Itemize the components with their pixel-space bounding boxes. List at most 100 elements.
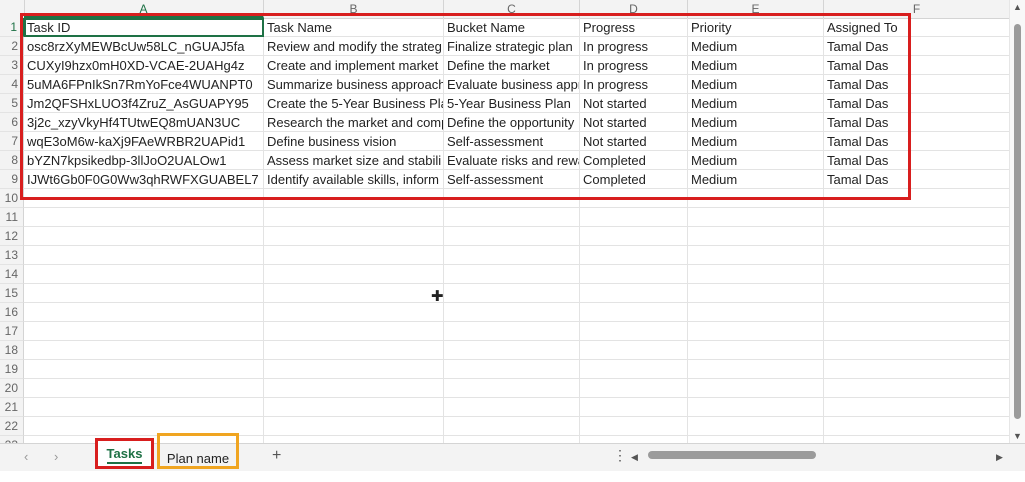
table-cell[interactable]: Completed: [580, 170, 688, 189]
table-cell[interactable]: Tamal Das: [824, 132, 1010, 151]
table-cell[interactable]: In progress: [580, 37, 688, 56]
tab-plan-name[interactable]: Plan name: [157, 433, 239, 469]
row-header[interactable]: 23: [0, 436, 24, 443]
next-sheet-icon[interactable]: ›: [54, 449, 58, 464]
table-cell[interactable]: In progress: [580, 75, 688, 94]
column-header-c[interactable]: C: [444, 0, 580, 18]
scroll-up-icon[interactable]: ▲: [1013, 2, 1022, 12]
row-header[interactable]: 6: [0, 113, 24, 132]
row-header[interactable]: 8: [0, 151, 24, 170]
vertical-scrollbar[interactable]: ▲ ▼: [1009, 0, 1025, 443]
table-cell[interactable]: Completed: [580, 151, 688, 170]
row-header[interactable]: 5: [0, 94, 24, 113]
table-cell[interactable]: Review and modify the strateg: [264, 37, 444, 56]
vertical-scroll-thumb[interactable]: [1014, 24, 1021, 419]
row-header[interactable]: 12: [0, 227, 24, 246]
row-header[interactable]: 21: [0, 398, 24, 417]
table-cell[interactable]: Medium: [688, 37, 824, 56]
header-cell[interactable]: Task Name: [264, 18, 444, 37]
table-cell[interactable]: Identify available skills, inform: [264, 170, 444, 189]
table-cell[interactable]: Finalize strategic plan: [444, 37, 580, 56]
table-cell[interactable]: Evaluate risks and rewa: [444, 151, 580, 170]
scroll-down-icon[interactable]: ▼: [1013, 431, 1022, 441]
row-header[interactable]: 14: [0, 265, 24, 284]
table-cell[interactable]: Tamal Das: [824, 94, 1010, 113]
row-header[interactable]: 19: [0, 360, 24, 379]
table-cell[interactable]: Create the 5-Year Business Pla: [264, 94, 444, 113]
row-header[interactable]: 10: [0, 189, 24, 208]
header-cell[interactable]: Assigned To: [824, 18, 1010, 37]
table-cell[interactable]: Not started: [580, 132, 688, 151]
table-cell[interactable]: Tamal Das: [824, 151, 1010, 170]
column-header-d[interactable]: D: [580, 0, 688, 18]
tab-tasks[interactable]: Tasks: [95, 438, 154, 469]
table-cell[interactable]: Evaluate business appr: [444, 75, 580, 94]
table-cell[interactable]: Jm2QFSHxLUO3f4ZruZ_AsGUAPY95: [24, 94, 264, 113]
table-cell[interactable]: Tamal Das: [824, 113, 1010, 132]
row-header[interactable]: 11: [0, 208, 24, 227]
table-cell[interactable]: Research the market and comp: [264, 113, 444, 132]
table-cell[interactable]: Tamal Das: [824, 37, 1010, 56]
table-cell[interactable]: IJWt6Gb0F0G0Ww3qhRWFXGUABEL7: [24, 170, 264, 189]
header-cell[interactable]: Bucket Name: [444, 18, 580, 37]
table-cell[interactable]: Medium: [688, 151, 824, 170]
table-cell[interactable]: wqE3oM6w-kaXj9FAeWRBR2UAPid1: [24, 132, 264, 151]
more-options-icon[interactable]: ⋮: [613, 447, 627, 464]
row-header[interactable]: 16: [0, 303, 24, 322]
table-cell[interactable]: 5uMA6FPnIkSn7RmYoFce4WUANPT0: [24, 75, 264, 94]
horizontal-scroll-thumb[interactable]: [648, 451, 816, 459]
table-cell[interactable]: Summarize business approach: [264, 75, 444, 94]
table-cell[interactable]: Self-assessment: [444, 170, 580, 189]
spreadsheet-grid[interactable]: ABCDEF 1 2 3 4 5 6 7 8 9 10 11 12 13 14 15 16 17 18 19 20 21…: [0, 0, 1025, 443]
table-cell[interactable]: Medium: [688, 113, 824, 132]
header-cell[interactable]: Task ID: [24, 18, 264, 37]
scroll-right-icon[interactable]: ▶: [996, 452, 1003, 463]
gridline: [24, 207, 1010, 208]
column-header-e[interactable]: E: [688, 0, 824, 18]
row-header[interactable]: 18: [0, 341, 24, 360]
row-header[interactable]: 3: [0, 56, 24, 75]
table-cell[interactable]: Not started: [580, 94, 688, 113]
table-cell[interactable]: Tamal Das: [824, 56, 1010, 75]
row-header[interactable]: 15: [0, 284, 24, 303]
table-cell[interactable]: Tamal Das: [824, 75, 1010, 94]
row-header[interactable]: 2: [0, 37, 24, 56]
table-cell[interactable]: Not started: [580, 113, 688, 132]
row-header[interactable]: 17: [0, 322, 24, 341]
table-cell[interactable]: Medium: [688, 56, 824, 75]
table-cell[interactable]: Medium: [688, 170, 824, 189]
header-cell[interactable]: Priority: [688, 18, 824, 37]
table-cell[interactable]: Medium: [688, 94, 824, 113]
table-cell[interactable]: Define the market: [444, 56, 580, 75]
scroll-left-icon[interactable]: ◀: [631, 452, 638, 463]
row-header[interactable]: 4: [0, 75, 24, 94]
table-cell[interactable]: Assess market size and stabili: [264, 151, 444, 170]
table-cell[interactable]: Medium: [688, 132, 824, 151]
table-cell[interactable]: bYZN7kpsikedbp-3llJoO2UALOw1: [24, 151, 264, 170]
column-header-b[interactable]: B: [264, 0, 444, 18]
row-header[interactable]: 9: [0, 170, 24, 189]
table-cell[interactable]: 3j2c_xzyVkyHf4TUtwEQ8mUAN3UC: [24, 113, 264, 132]
table-cell[interactable]: Define the opportunity: [444, 113, 580, 132]
row-header[interactable]: 13: [0, 246, 24, 265]
column-header-a[interactable]: A: [24, 0, 264, 18]
table-cell[interactable]: Create and implement market: [264, 56, 444, 75]
column-header-f[interactable]: F: [824, 0, 1010, 18]
table-cell[interactable]: Medium: [688, 75, 824, 94]
row-header[interactable]: 22: [0, 417, 24, 436]
add-sheet-button[interactable]: +: [272, 447, 281, 465]
table-cell[interactable]: osc8rzXyMEWBcUw58LC_nGUAJ5fa: [24, 37, 264, 56]
table-cell[interactable]: Tamal Das: [824, 170, 1010, 189]
header-cell[interactable]: Progress: [580, 18, 688, 37]
table-cell[interactable]: 5-Year Business Plan: [444, 94, 580, 113]
table-cell[interactable]: Define business vision: [264, 132, 444, 151]
table-cell[interactable]: CUXyI9hzx0mH0XD-VCAE-2UAHg4z: [24, 56, 264, 75]
row-header[interactable]: 1: [0, 18, 24, 37]
table-cell[interactable]: Self-assessment: [444, 132, 580, 151]
row-header[interactable]: 7: [0, 132, 24, 151]
row-header[interactable]: 20: [0, 379, 24, 398]
select-all-corner[interactable]: [0, 0, 25, 18]
tab-plan-name-label: Plan name: [166, 451, 230, 466]
prev-sheet-icon[interactable]: ‹: [24, 449, 28, 464]
table-cell[interactable]: In progress: [580, 56, 688, 75]
